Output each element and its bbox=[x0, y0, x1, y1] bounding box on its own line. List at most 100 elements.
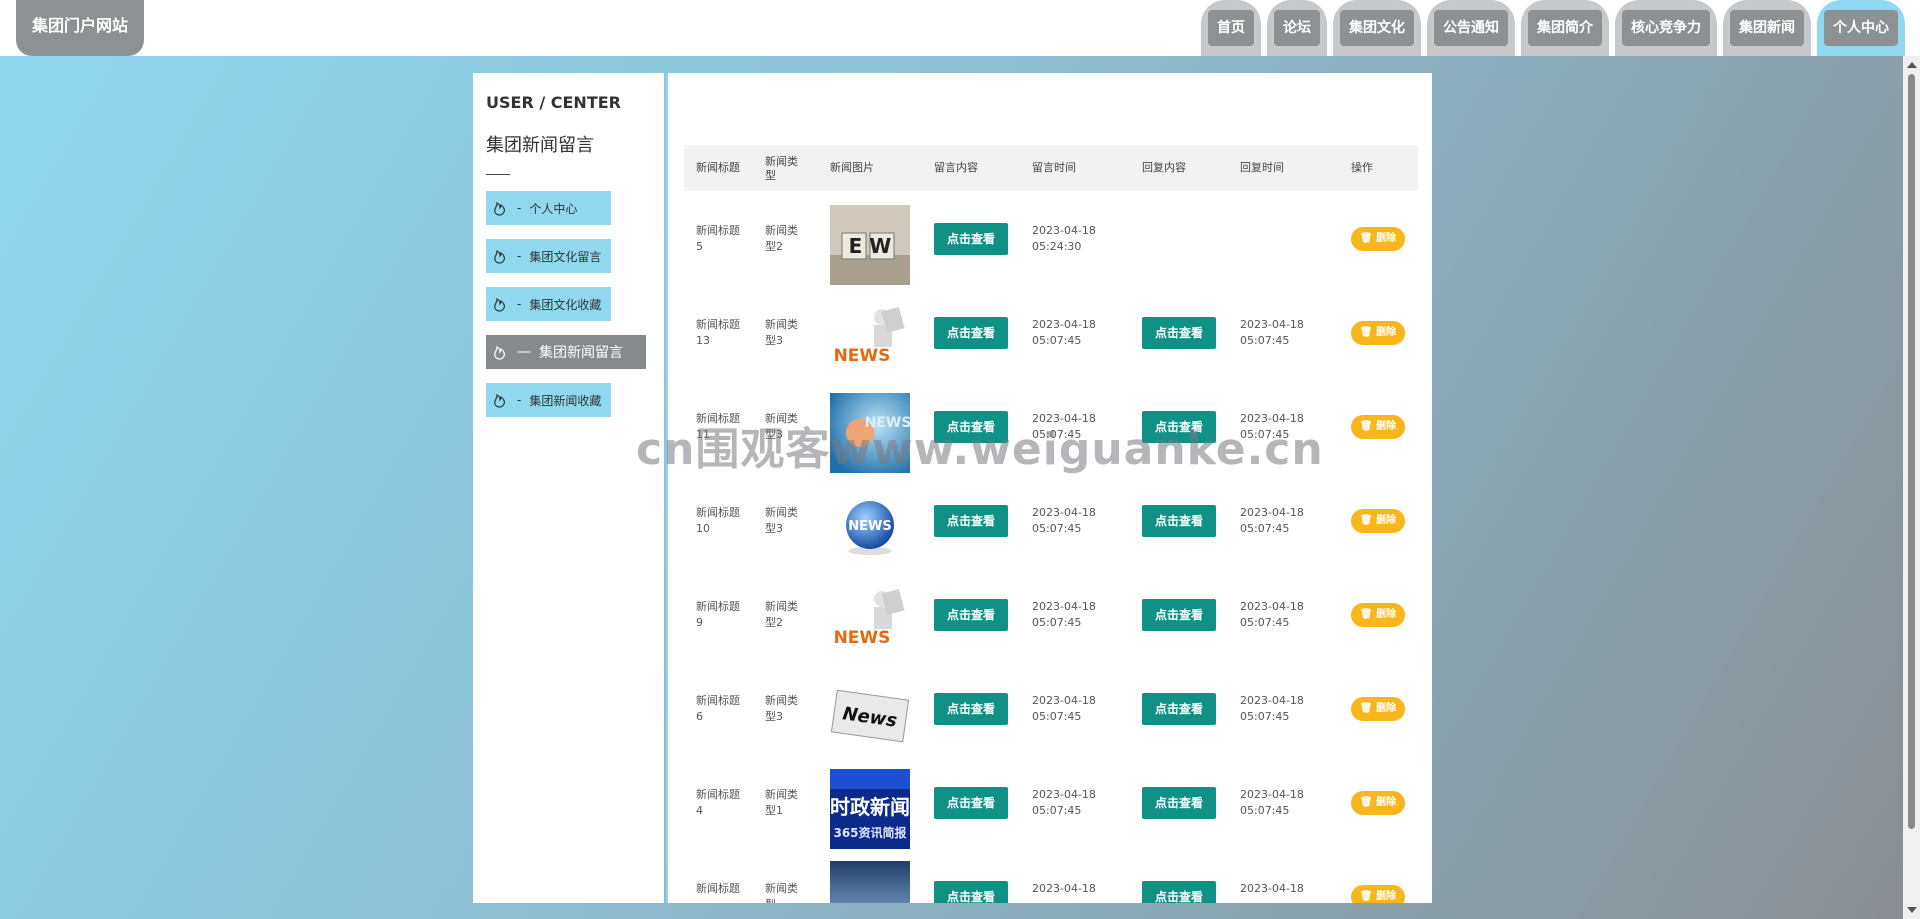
news-type: 新闻类型 bbox=[765, 882, 798, 903]
table-row: 新闻标题4 新闻类型1 时政新闻 365资讯简报 点击查看 2023-04-18 … bbox=[684, 763, 1418, 857]
delete-label: 删除 bbox=[1376, 891, 1397, 902]
news-image: NEWS bbox=[830, 299, 910, 379]
comment-time: 2023-04-18 05:24:30 bbox=[1032, 224, 1096, 253]
image-text: NEWS bbox=[834, 628, 891, 648]
menu-prefix: — bbox=[517, 344, 531, 360]
news-title: 新闻标题10 bbox=[696, 506, 740, 535]
view-comment-button[interactable]: 点击查看 bbox=[934, 787, 1008, 819]
news-type: 新闻类型1 bbox=[765, 788, 798, 817]
nav-home[interactable]: 首页 bbox=[1201, 0, 1261, 56]
comment-time: 2023-04-18 bbox=[1032, 882, 1096, 895]
sidebar-item-label: 集团新闻收藏 bbox=[529, 393, 602, 408]
view-reply-button[interactable]: 点击查看 bbox=[1142, 693, 1216, 725]
table-row: 新闻标题13 新闻类型3 NEWS 点击查看 2023-04-18 05:07:… bbox=[684, 293, 1418, 387]
nav-notice[interactable]: 公告通知 bbox=[1427, 0, 1515, 56]
delete-label: 删除 bbox=[1376, 327, 1397, 338]
table-header: 新闻标题 新闻类型 新闻图片 留言内容 留言时间 回复内容 回复时间 操作 bbox=[684, 145, 1418, 191]
flame-icon bbox=[491, 295, 509, 313]
menu-prefix: - bbox=[517, 297, 522, 311]
delete-button[interactable]: 🗑 删除 bbox=[1351, 791, 1405, 815]
divider bbox=[486, 174, 510, 175]
news-title: 新闻标题 bbox=[696, 882, 740, 895]
header-title: 新闻标题 bbox=[696, 161, 740, 174]
nav-competitiveness[interactable]: 核心竞争力 bbox=[1615, 0, 1717, 56]
flame-icon bbox=[491, 391, 509, 409]
view-comment-button[interactable]: 点击查看 bbox=[934, 693, 1008, 725]
nav-label: 公告通知 bbox=[1434, 10, 1508, 46]
view-comment-button[interactable]: 点击查看 bbox=[934, 505, 1008, 537]
trash-icon: 🗑 bbox=[1359, 327, 1377, 338]
delete-button[interactable]: 🗑 删除 bbox=[1351, 509, 1405, 533]
reply-time: 2023-04-18 05:07:45 bbox=[1240, 600, 1304, 629]
flame-icon bbox=[491, 247, 509, 265]
delete-label: 删除 bbox=[1376, 421, 1397, 432]
nav-user-center[interactable]: 个人中心 bbox=[1817, 0, 1905, 56]
trash-icon: 🗑 bbox=[1359, 797, 1377, 808]
content-panel: 新闻标题 新闻类型 新闻图片 留言内容 留言时间 回复内容 回复时间 操作 新闻… bbox=[666, 73, 1432, 903]
nav-intro[interactable]: 集团简介 bbox=[1521, 0, 1609, 56]
sidebar-item-label: 个人中心 bbox=[529, 201, 578, 216]
header-comment-time: 留言时间 bbox=[1032, 161, 1076, 174]
view-reply-button[interactable]: 点击查看 bbox=[1142, 317, 1216, 349]
trash-icon: 🗑 bbox=[1359, 609, 1377, 620]
sidebar-item-culture-comments[interactable]: - 集团文化留言 bbox=[486, 239, 611, 273]
scroll-up-icon[interactable] bbox=[1907, 62, 1917, 68]
scrollbar-thumb[interactable] bbox=[1908, 74, 1915, 829]
comment-time: 2023-04-18 05:07:45 bbox=[1032, 600, 1096, 629]
news-image: 时政新闻 365资讯简报 bbox=[830, 769, 910, 849]
header-image: 新闻图片 bbox=[830, 161, 874, 174]
image-text: NEWS bbox=[834, 346, 891, 366]
delete-button[interactable]: 🗑 删除 bbox=[1351, 885, 1405, 903]
table-row: 新闻标题 新闻类型 点击查看 2023-04-18 点击查看 2023-04-1… bbox=[684, 857, 1418, 903]
sidebar-subtitle: 集团新闻留言 bbox=[486, 135, 594, 156]
delete-label: 删除 bbox=[1376, 515, 1397, 526]
view-comment-button[interactable]: 点击查看 bbox=[934, 599, 1008, 631]
trash-icon: 🗑 bbox=[1359, 515, 1377, 526]
page-scrollbar[interactable] bbox=[1903, 56, 1920, 919]
news-type: 新闻类型2 bbox=[765, 600, 798, 629]
reply-time: 2023-04-18 05:07:45 bbox=[1240, 506, 1304, 535]
news-image: E W bbox=[830, 205, 910, 285]
news-title: 新闻标题6 bbox=[696, 694, 740, 723]
comment-time: 2023-04-18 05:07:45 bbox=[1032, 694, 1096, 723]
watermark-text: cn围观客www.weiguanke.cn bbox=[636, 424, 1324, 475]
nav-label: 论坛 bbox=[1274, 10, 1320, 46]
sidebar-item-user-center[interactable]: - 个人中心 bbox=[486, 191, 611, 225]
sidebar-item-label: 集团文化留言 bbox=[529, 249, 602, 264]
news-type: 新闻类型3 bbox=[765, 506, 798, 535]
scroll-down-icon[interactable] bbox=[1907, 907, 1917, 913]
view-comment-button[interactable]: 点击查看 bbox=[934, 881, 1008, 903]
table-row: 新闻标题10 新闻类型3 NEWS 点击查看 2023-04-18 05:07:… bbox=[684, 481, 1418, 575]
sidebar-item-culture-favorites[interactable]: - 集团文化收藏 bbox=[486, 287, 611, 321]
trash-icon: 🗑 bbox=[1359, 233, 1377, 244]
top-bar: 集团门户网站 首页 论坛 集团文化 公告通知 集团简介 核心竞争力 集团新闻 个… bbox=[0, 0, 1920, 56]
delete-button[interactable]: 🗑 删除 bbox=[1351, 321, 1405, 345]
view-reply-button[interactable]: 点击查看 bbox=[1142, 787, 1216, 819]
sidebar-item-news-favorites[interactable]: - 集团新闻收藏 bbox=[486, 383, 611, 417]
image-text: 时政新闻 bbox=[830, 795, 910, 819]
delete-label: 删除 bbox=[1376, 233, 1397, 244]
sidebar-item-news-comments[interactable]: — 集团新闻留言 bbox=[486, 335, 646, 369]
table-row: 新闻标题5 新闻类型2 E W 点击查看 2023-04-18 05:24:30… bbox=[684, 199, 1418, 293]
delete-label: 删除 bbox=[1376, 703, 1397, 714]
sidebar-item-label: 集团新闻留言 bbox=[539, 345, 623, 361]
delete-button[interactable]: 🗑 删除 bbox=[1351, 415, 1405, 439]
delete-button[interactable]: 🗑 删除 bbox=[1351, 697, 1405, 721]
image-text: NEWS bbox=[848, 519, 891, 534]
view-comment-button[interactable]: 点击查看 bbox=[934, 223, 1008, 255]
header-actions: 操作 bbox=[1351, 161, 1373, 174]
delete-button[interactable]: 🗑 删除 bbox=[1351, 603, 1405, 627]
view-comment-button[interactable]: 点击查看 bbox=[934, 317, 1008, 349]
site-title[interactable]: 集团门户网站 bbox=[16, 0, 144, 56]
nav-news[interactable]: 集团新闻 bbox=[1723, 0, 1811, 56]
nav-label: 集团文化 bbox=[1340, 10, 1414, 46]
view-reply-button[interactable]: 点击查看 bbox=[1142, 881, 1216, 903]
view-reply-button[interactable]: 点击查看 bbox=[1142, 599, 1216, 631]
view-reply-button[interactable]: 点击查看 bbox=[1142, 505, 1216, 537]
delete-button[interactable]: 🗑 删除 bbox=[1351, 227, 1405, 251]
nav-forum[interactable]: 论坛 bbox=[1267, 0, 1327, 56]
reply-time: 2023-04-18 05:07:45 bbox=[1240, 318, 1304, 347]
header-comment: 留言内容 bbox=[934, 161, 978, 174]
nav-culture[interactable]: 集团文化 bbox=[1333, 0, 1421, 56]
news-type: 新闻类型3 bbox=[765, 694, 798, 723]
